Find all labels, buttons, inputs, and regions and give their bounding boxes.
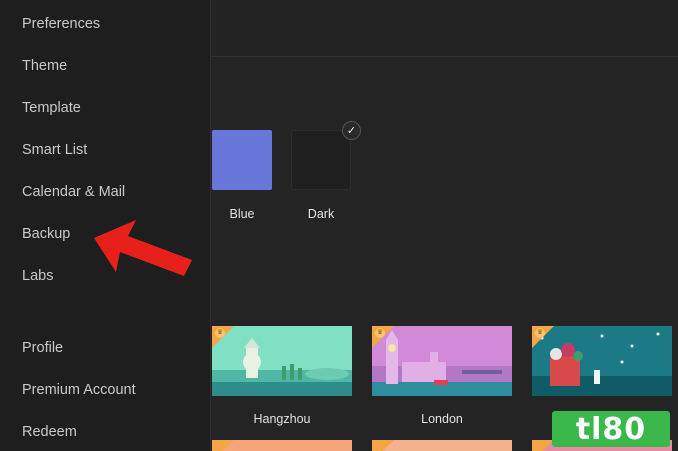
swatch-label-dark: Dark — [307, 207, 335, 221]
tl80-watermark-logo: tl80 — [552, 411, 670, 447]
premium-corner-badge — [212, 440, 234, 451]
sidebar-item-premium-account[interactable]: Premium Account — [22, 382, 136, 398]
sidebar-item-calendar-mail[interactable]: Calendar & Mail — [22, 184, 125, 200]
premium-corner-badge — [532, 440, 554, 451]
sidebar-item-backup[interactable]: Backup — [22, 226, 70, 242]
checkmark-icon: ✓ — [342, 121, 361, 140]
crown-icon: ♛ — [375, 328, 385, 338]
crown-icon: ♛ — [215, 328, 225, 338]
premium-corner-badge — [372, 440, 394, 451]
theme-label-london: London — [421, 412, 463, 426]
theme-label-hangzhou: Hangzhou — [253, 412, 311, 426]
sidebar-item-preferences[interactable]: Preferences — [22, 16, 100, 32]
sidebar-item-labs[interactable]: Labs — [22, 268, 53, 284]
hangzhou-theme-card[interactable]: ♛ — [212, 326, 352, 396]
london-theme-card[interactable]: ♛ — [372, 326, 512, 396]
content-header — [211, 0, 678, 57]
moscow-theme-card[interactable]: ♛ — [532, 326, 672, 396]
blue-theme-swatch[interactable] — [212, 130, 272, 190]
sidebar-item-theme[interactable]: Theme — [22, 58, 67, 74]
crown-icon: ♛ — [535, 328, 545, 338]
sidebar-item-template[interactable]: Template — [22, 100, 81, 116]
sidebar-item-redeem[interactable]: Redeem — [22, 424, 77, 440]
sidebar-item-profile[interactable]: Profile — [22, 340, 63, 356]
theme-card-row2-2[interactable] — [372, 440, 512, 451]
sidebar-item-smart-list[interactable]: Smart List — [22, 142, 87, 158]
theme-card-row2-1[interactable] — [212, 440, 352, 451]
dark-theme-swatch[interactable] — [291, 130, 351, 190]
red-arrow-annotation — [94, 220, 192, 276]
swatch-label-blue: Blue — [229, 207, 255, 221]
